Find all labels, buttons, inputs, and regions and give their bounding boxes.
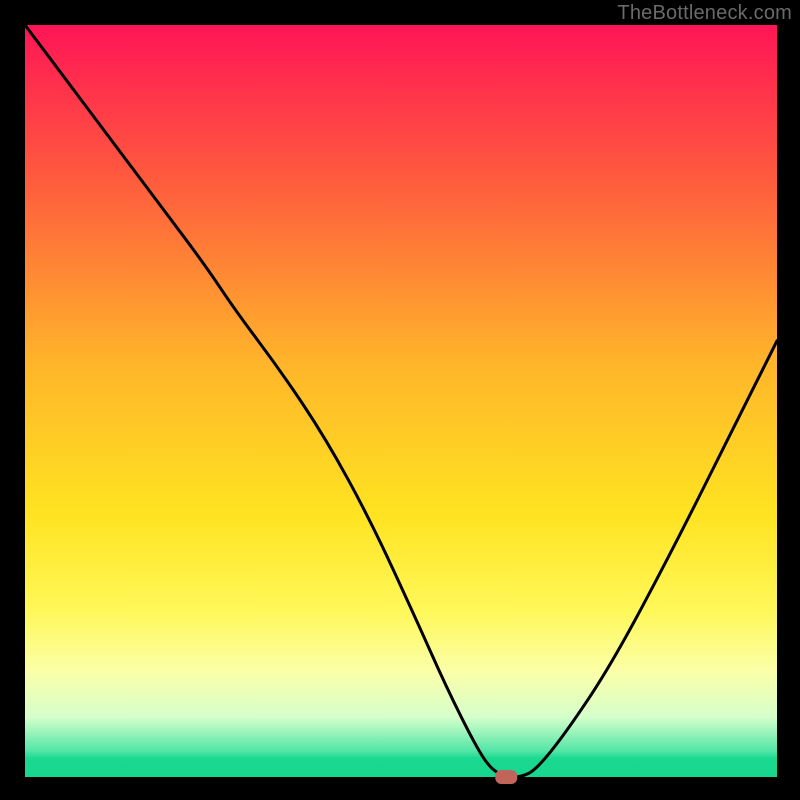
watermark-text: TheBottleneck.com xyxy=(617,2,792,25)
marker-point xyxy=(495,770,517,784)
chart-container: TheBottleneck.com xyxy=(0,0,800,800)
chart-svg xyxy=(0,0,800,800)
plot-area xyxy=(25,25,777,777)
